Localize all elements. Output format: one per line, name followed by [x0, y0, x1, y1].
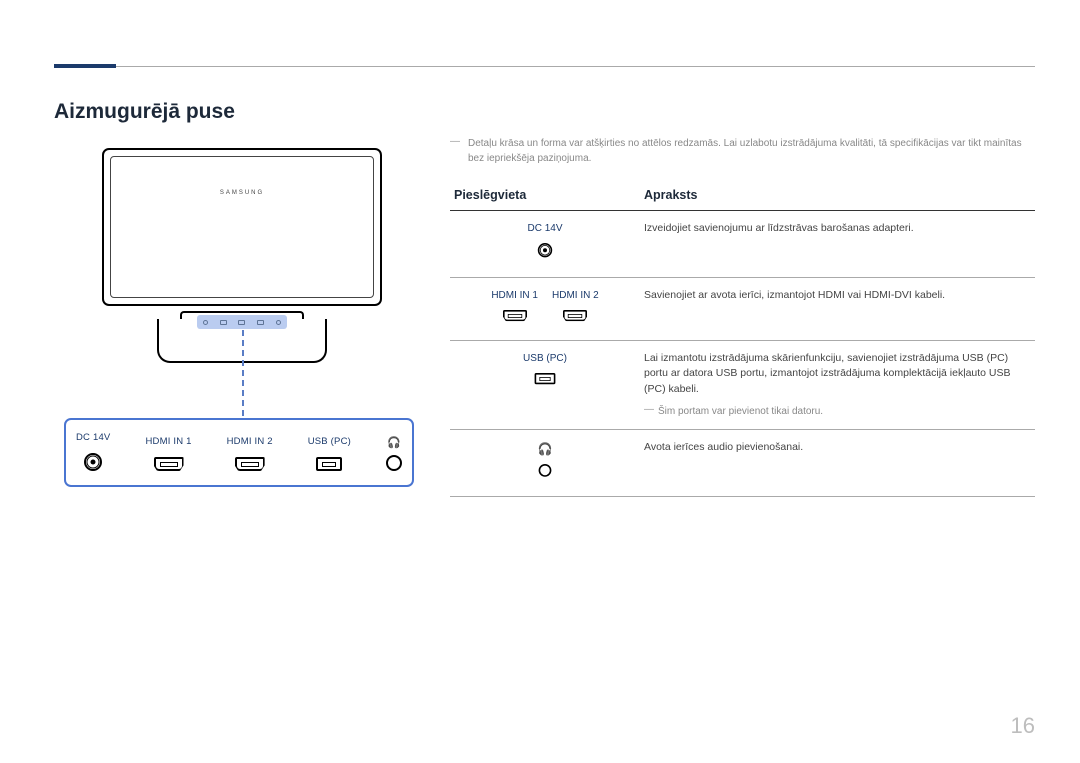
port-label: USB (PC) [308, 436, 351, 447]
ports-table: Pieslēgvieta Apraksts DC 14V Izveidojiet… [450, 182, 1035, 497]
port-description: Izveidojiet savienojumu ar līdzstrāvas b… [644, 222, 914, 234]
table-desc-cell: Lai izmantotu izstrādājuma skārienfunkci… [640, 340, 1035, 429]
port-label: HDMI IN 2 [227, 436, 273, 447]
right-column: Detaļu krāsa un forma var atšķirties no … [450, 137, 1035, 497]
left-column: SAMSUNG DC 14V HDMI IN 1 HDMI IN 2 USB (… [64, 148, 424, 487]
mini-port-icon [203, 320, 208, 325]
table-port-cell: USB (PC) [450, 340, 640, 429]
table-row: HDMI IN 1 HDMI IN 2 Savienojiet ar avota… [450, 277, 1035, 340]
table-row: USB (PC) Lai izmantotu izstrādājuma skār… [450, 340, 1035, 429]
headphone-jack-icon [539, 464, 552, 477]
port-description-note: Šim portam var pievienot tikai datoru. [644, 404, 1031, 419]
port-hdmi-1: HDMI IN 1 [145, 436, 191, 471]
port-label: USB (PC) [454, 351, 636, 366]
table-port-cell: HDMI IN 1 HDMI IN 2 [450, 277, 640, 340]
table-header-port: Pieslēgvieta [450, 182, 640, 211]
port-hdmi-2: HDMI IN 2 [227, 436, 273, 471]
port-description: Savienojiet ar avota ierīci, izmantojot … [644, 289, 945, 301]
dc-jack-icon [538, 243, 552, 257]
port-dc: DC 14V [76, 432, 110, 471]
dc-jack-icon [84, 453, 102, 471]
usb-jack-icon [535, 373, 556, 384]
ports-panel-enlarged: DC 14V HDMI IN 1 HDMI IN 2 USB (PC) 🎧 [64, 418, 414, 487]
port-usb: USB (PC) [308, 436, 351, 471]
mini-port-icon [257, 320, 264, 325]
monitor-brand-label: SAMSUNG [111, 190, 373, 196]
hdmi-jack-icon [154, 457, 184, 471]
headphone-jack-icon [386, 455, 402, 471]
usb-jack-icon [316, 457, 342, 471]
mini-port-icon [276, 320, 281, 325]
hdmi-jack-icon [503, 310, 527, 321]
table-row: DC 14V Izveidojiet savienojumu ar līdzst… [450, 211, 1035, 278]
monitor-inner-frame: SAMSUNG [110, 156, 374, 298]
spec-change-note: Detaļu krāsa un forma var atšķirties no … [450, 137, 1035, 166]
hdmi-jack-icon [563, 310, 587, 321]
port-label: DC 14V [454, 221, 636, 236]
page-number: 16 [1011, 713, 1035, 739]
table-header-desc: Apraksts [640, 182, 1035, 211]
port-label: HDMI IN 1 [491, 288, 538, 303]
table-desc-cell: Savienojiet ar avota ierīci, izmantojot … [640, 277, 1035, 340]
header-rule [116, 66, 1035, 67]
headphone-icon: 🎧 [454, 440, 636, 458]
table-port-cell: DC 14V [450, 211, 640, 278]
mini-port-icon [238, 320, 245, 325]
table-desc-cell: Izveidojiet savienojumu ar līdzstrāvas b… [640, 211, 1035, 278]
table-row: 🎧 Avota ierīces audio pievienošanai. [450, 429, 1035, 496]
table-port-cell: 🎧 [450, 429, 640, 496]
hdmi-jack-icon [235, 457, 265, 471]
ports-highlight [197, 315, 287, 329]
monitor-illustration: SAMSUNG [72, 148, 412, 363]
port-label: HDMI IN 2 [552, 288, 599, 303]
headphone-icon: 🎧 [387, 436, 401, 449]
header-accent-bar [54, 64, 116, 68]
port-label: HDMI IN 1 [145, 436, 191, 447]
callout-dashed-line [242, 330, 244, 416]
mini-port-icon [220, 320, 227, 325]
page-title: Aizmugurējā puse [54, 100, 235, 124]
port-description: Avota ierīces audio pievienošanai. [644, 441, 803, 453]
port-description: Lai izmantotu izstrādājuma skārienfunkci… [644, 352, 1011, 396]
table-desc-cell: Avota ierīces audio pievienošanai. [640, 429, 1035, 496]
port-headphone: 🎧 [386, 436, 402, 471]
port-label: DC 14V [76, 432, 110, 443]
